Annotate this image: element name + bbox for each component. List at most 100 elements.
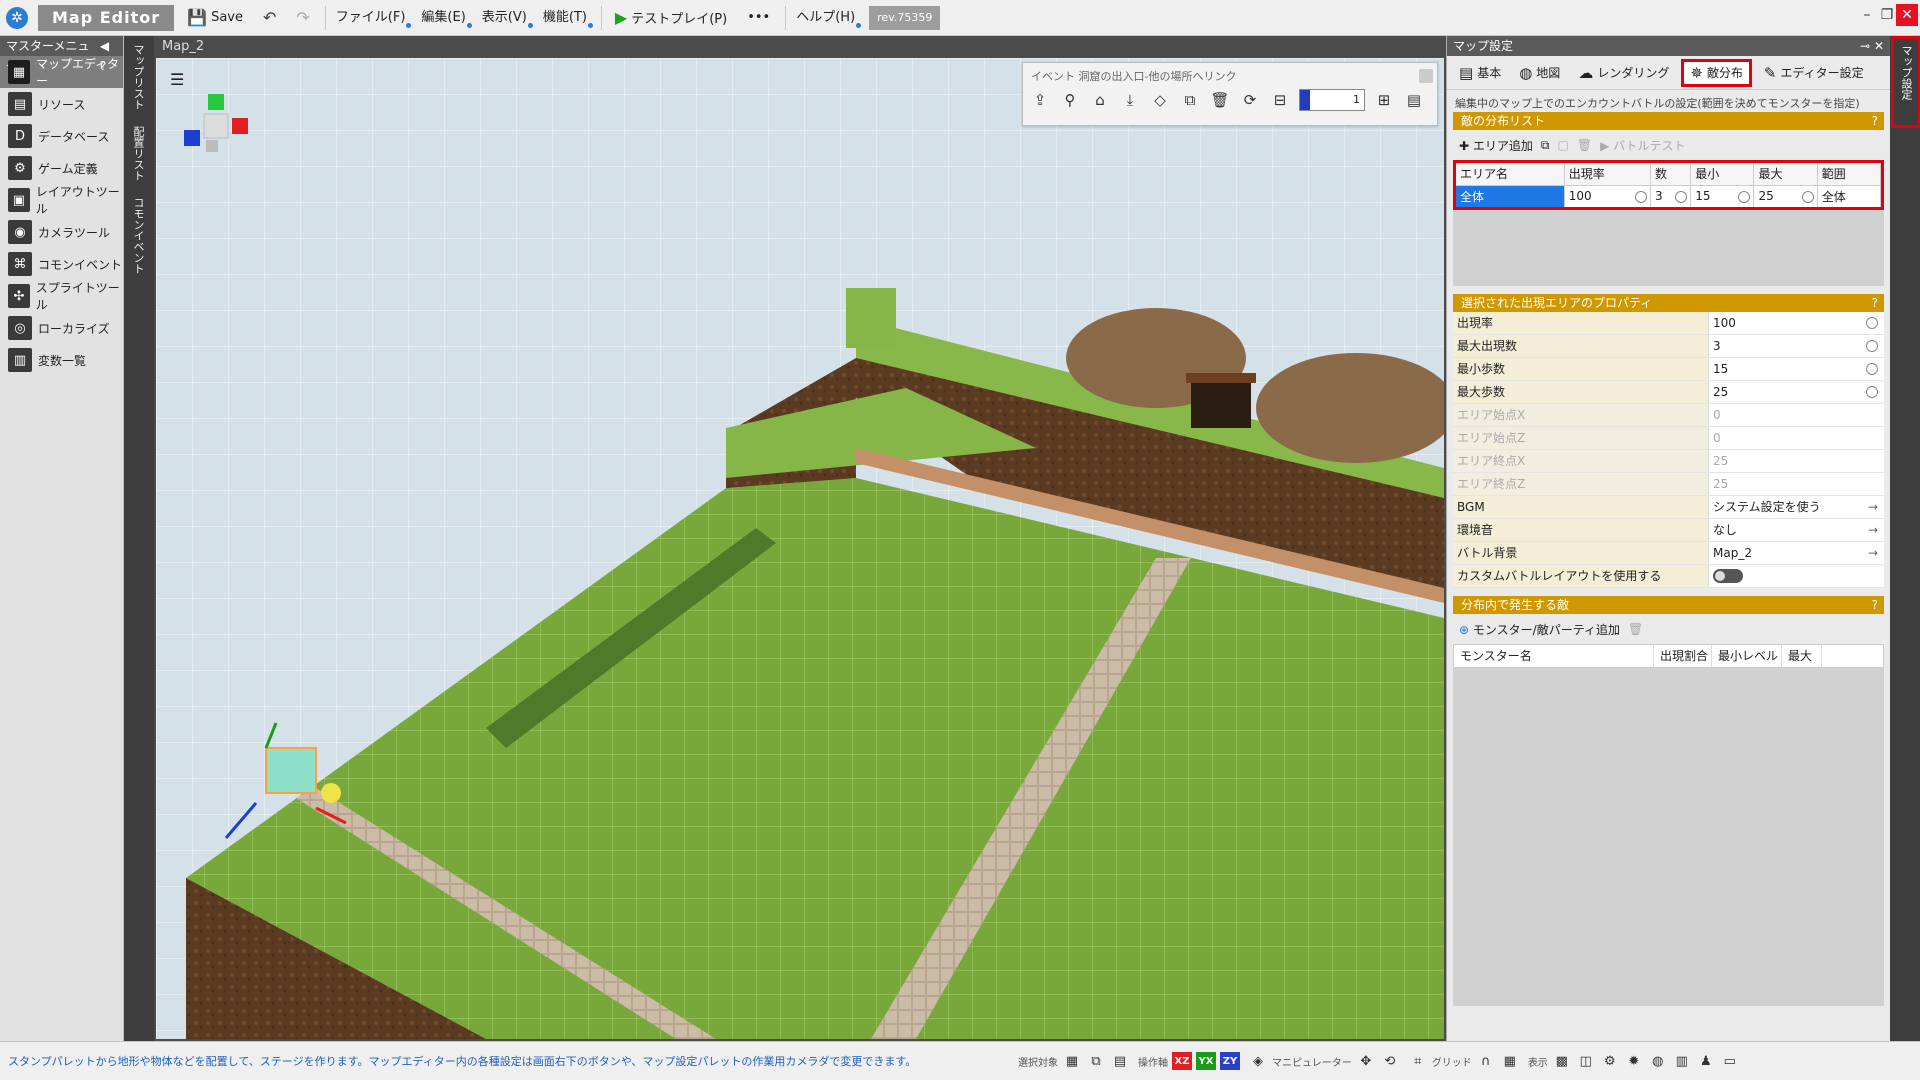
axis-badge[interactable]: ZY — [1220, 1052, 1240, 1070]
axis-badge[interactable]: XZ — [1172, 1052, 1192, 1070]
menu-function[interactable]: 機能(T) — [537, 4, 594, 32]
star-icon[interactable]: ✹ — [1624, 1051, 1644, 1071]
section-help-icon[interactable]: ? — [1872, 596, 1878, 614]
event-value-field[interactable]: 1 — [1299, 89, 1365, 111]
property-value[interactable] — [1709, 565, 1884, 587]
more-button[interactable]: ••• — [740, 4, 777, 32]
master-menu-item[interactable]: ◉ カメラツール — [0, 216, 123, 248]
spin-icon[interactable] — [1866, 340, 1878, 352]
master-menu-item[interactable]: ▥ 変数一覧 — [0, 344, 123, 376]
collapse-icon[interactable]: ◀ — [100, 39, 109, 53]
spin-icon[interactable] — [1634, 190, 1647, 203]
event-minus-icon[interactable]: ⊟ — [1269, 89, 1291, 111]
arrow-right-icon[interactable]: → — [1868, 519, 1878, 541]
master-menu-item[interactable]: ▦ マップエディター — [0, 56, 123, 88]
column-header[interactable]: 範囲 — [1817, 163, 1882, 186]
table-row[interactable]: 全体 100 3 15 25 全体 — [1456, 185, 1882, 207]
column-header[interactable]: 数 — [1650, 163, 1692, 186]
master-menu-item[interactable]: ⚙ ゲーム定義 — [0, 152, 123, 184]
delete-icon[interactable]: 🗑 — [1628, 622, 1643, 636]
spin-icon[interactable] — [1801, 190, 1814, 203]
tab-map-list[interactable]: マップリスト — [124, 36, 152, 118]
column-header[interactable]: 最小レベル — [1712, 645, 1782, 667]
column-header[interactable]: 出現割合 — [1654, 645, 1712, 667]
layout-icon[interactable]: ▩ — [1552, 1051, 1572, 1071]
table-cell[interactable]: 15 — [1690, 185, 1755, 207]
event-delete-icon[interactable]: 🗑 — [1209, 89, 1231, 111]
master-menu-item[interactable]: ◎ ローカライズ — [0, 312, 123, 344]
section-help-icon[interactable]: ? — [1872, 294, 1878, 312]
screen-icon[interactable]: ▭ — [1720, 1051, 1740, 1071]
column-header[interactable]: モンスター名 — [1454, 645, 1654, 667]
event-floor-icon[interactable]: ⌂ — [1089, 89, 1111, 111]
grid-table-icon[interactable]: ▦ — [1500, 1051, 1520, 1071]
map-tab-title[interactable]: Map_2 — [154, 36, 1446, 58]
select-object-icon[interactable]: ⧉ — [1086, 1051, 1106, 1071]
column-header[interactable]: エリア名 — [1456, 163, 1565, 186]
property-value[interactable]: システム設定を使う → — [1709, 496, 1884, 518]
spin-icon[interactable] — [1675, 190, 1688, 203]
event-copy-icon[interactable]: ⧉ — [1179, 89, 1201, 111]
event-place-icon[interactable]: ⤓ — [1119, 89, 1141, 111]
column-header[interactable]: 出現率 — [1564, 163, 1651, 186]
column-header[interactable]: 最小 — [1690, 163, 1755, 186]
copy-icon[interactable]: ⧉ — [1541, 138, 1550, 153]
add-monster-button[interactable]: ⊕ モンスター/敵パーティ追加 — [1459, 621, 1620, 638]
table-cell[interactable]: 3 — [1650, 185, 1692, 207]
manipulator-icon[interactable]: ◈ — [1248, 1051, 1268, 1071]
master-menu-item[interactable]: ⌘ コモンイベント — [0, 248, 123, 280]
save-button[interactable]: 💾 Save — [180, 4, 250, 32]
select-grid-icon[interactable]: ▦ — [1062, 1051, 1082, 1071]
master-menu-item[interactable]: ✣ スプライトツール — [0, 280, 123, 312]
move-icon[interactable]: ✥ — [1356, 1051, 1376, 1071]
property-value[interactable]: Map_2 → — [1709, 542, 1884, 564]
event-export-icon[interactable]: ⇪ — [1029, 89, 1051, 111]
table-icon[interactable]: ▥ — [1672, 1051, 1692, 1071]
close-panel-icon[interactable]: ✕ — [1874, 39, 1884, 53]
event-toolbar-close-icon[interactable] — [1419, 69, 1433, 83]
event-plus-icon[interactable]: ⊞ — [1373, 89, 1395, 111]
orientation-gizmo[interactable] — [176, 86, 276, 186]
spin-icon[interactable] — [1866, 363, 1878, 375]
settings-tab[interactable]: ☁ レンダリング — [1572, 59, 1675, 87]
grid-icon[interactable]: ⌗ — [1408, 1051, 1428, 1071]
event-layer-icon[interactable]: ▤ — [1403, 89, 1425, 111]
close-icon[interactable]: ✕ — [1896, 4, 1918, 26]
tab-map-settings[interactable]: マップ設定 — [1891, 36, 1920, 128]
scene-canvas[interactable] — [156, 58, 1444, 1039]
master-menu-item[interactable]: D データベース — [0, 120, 123, 152]
gear-icon[interactable]: ⚙ — [1600, 1051, 1620, 1071]
property-value[interactable]: 3 — [1709, 335, 1884, 357]
master-menu-item[interactable]: ▣ レイアウトツール — [0, 184, 123, 216]
settings-tab[interactable]: ◍ 地図 — [1513, 59, 1566, 87]
maximize-icon[interactable]: ❐ — [1876, 4, 1898, 26]
menu-help[interactable]: ヘルプ(H) — [790, 4, 862, 32]
event-pin-icon[interactable]: ⚲ — [1059, 89, 1081, 111]
battle-test-button[interactable]: ▶ バトルテスト — [1600, 137, 1685, 154]
property-value[interactable]: なし → — [1709, 519, 1884, 541]
shield-icon[interactable]: ◫ — [1576, 1051, 1596, 1071]
tab-common-event[interactable]: コモンイベント — [124, 189, 152, 282]
section-help-icon[interactable]: ? — [1872, 112, 1878, 130]
column-header[interactable]: 最大 — [1782, 645, 1822, 667]
globe-icon[interactable]: ◍ — [1648, 1051, 1668, 1071]
pin-icon[interactable]: ⊸ — [1860, 39, 1870, 53]
master-menu-item[interactable]: ▤ リソース — [0, 88, 123, 120]
axis-badge[interactable]: YX — [1196, 1052, 1216, 1070]
property-value[interactable]: 100 — [1709, 312, 1884, 334]
minimize-icon[interactable]: – — [1856, 4, 1878, 26]
tab-placement-list[interactable]: 配置リスト — [124, 118, 152, 189]
event-rotate-icon[interactable]: ⟳ — [1239, 89, 1261, 111]
spin-icon[interactable] — [1738, 190, 1751, 203]
redo-button[interactable]: ↷ — [289, 4, 316, 32]
menu-file[interactable]: ファイル(F) — [330, 4, 412, 32]
testplay-button[interactable]: ▶ テストプレイ(P) — [608, 4, 734, 32]
column-header[interactable]: 最大 — [1753, 163, 1818, 186]
select-block-icon[interactable]: ▤ — [1110, 1051, 1130, 1071]
menu-view[interactable]: 表示(V) — [476, 4, 533, 32]
settings-tab[interactable]: ▤ 基本 — [1453, 59, 1507, 87]
event-erase-icon[interactable]: ◇ — [1149, 89, 1171, 111]
arrow-right-icon[interactable]: → — [1868, 542, 1878, 564]
spin-icon[interactable] — [1866, 317, 1878, 329]
delete-icon[interactable]: 🗑 — [1577, 138, 1592, 152]
